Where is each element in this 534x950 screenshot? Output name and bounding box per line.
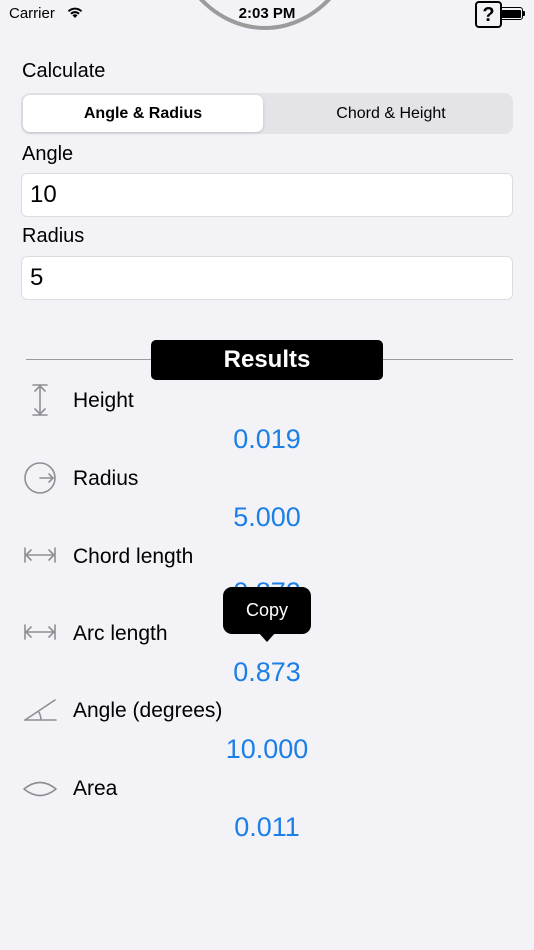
radius-result-label: Radius [73,467,139,490]
area-value[interactable]: 0.011 [0,812,534,843]
calculate-label: Calculate [22,60,106,82]
arc-length-value[interactable]: 0.873 [0,657,534,688]
chord-length-icon [24,547,56,563]
segment-angle-radius[interactable]: Angle & Radius [23,95,263,132]
results-title: Results [151,340,383,380]
angle-degrees-label: Angle (degrees) [73,699,223,722]
status-time: 2:03 PM [238,5,296,22]
angle-icon [24,699,57,721]
battery-tip [523,11,525,16]
tooltip-tail [258,632,276,642]
chord-length-label: Chord length [73,545,194,568]
segmented-control: Angle & Radius Chord & Height [21,93,513,134]
radius-value[interactable]: 5.000 [0,502,534,533]
help-button[interactable]: ? [475,1,502,28]
height-label: Height [73,389,134,412]
arc-length-label: Arc length [73,622,168,645]
copy-button[interactable]: Copy [223,587,311,634]
arc-length-icon [24,624,56,640]
radius-icon [24,462,56,494]
angle-degrees-value[interactable]: 10.000 [0,734,534,765]
height-icon [32,384,48,416]
height-value[interactable]: 0.019 [0,424,534,455]
area-label: Area [73,777,118,800]
radius-label: Radius [22,225,85,247]
segment-chord-height[interactable]: Chord & Height [271,95,511,132]
area-icon [23,781,57,797]
angle-label: Angle [22,143,74,165]
angle-input[interactable] [21,173,513,217]
radius-input[interactable] [21,256,513,300]
